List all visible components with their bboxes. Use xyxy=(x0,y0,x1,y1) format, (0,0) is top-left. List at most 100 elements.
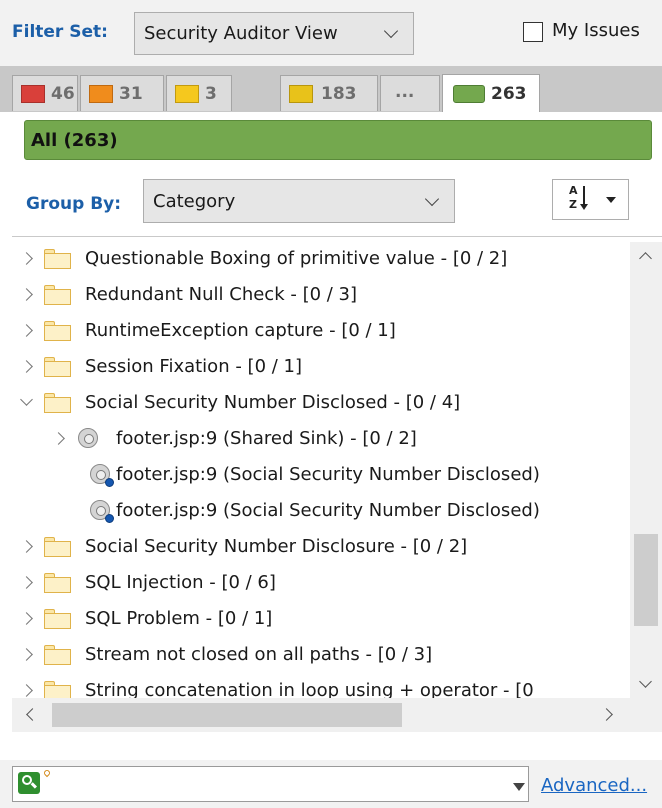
tree-row-label: Redundant Null Check - [0 / 3] xyxy=(85,284,358,305)
tab-low-count: 183 xyxy=(321,84,357,104)
chevron-right-icon[interactable] xyxy=(20,576,33,589)
tree-row-label: Session Fixation - [0 / 1] xyxy=(85,356,303,377)
high-swatch xyxy=(89,85,113,103)
search-input[interactable] xyxy=(12,766,529,802)
chevron-right-icon[interactable] xyxy=(20,540,33,553)
pin-icon xyxy=(42,768,52,778)
filter-set-value: Security Auditor View xyxy=(144,23,338,44)
search-history-dropdown-icon[interactable] xyxy=(513,783,525,791)
tab-medium-count: 3 xyxy=(205,84,217,104)
tab-high-count: 31 xyxy=(119,84,143,104)
critical-swatch xyxy=(21,85,45,103)
issues-panel: All (263) Group By: Category AZ Question… xyxy=(12,112,662,808)
tree-row-label: Social Security Number Disclosed - [0 / … xyxy=(85,392,461,413)
scroll-down-icon[interactable] xyxy=(639,675,652,688)
tree-row-label: Questionable Boxing of primitive value -… xyxy=(85,248,508,269)
all-swatch xyxy=(453,85,485,103)
tab-critical[interactable]: 46 xyxy=(12,75,78,111)
tree-row-label: Social Security Number Disclosure - [0 /… xyxy=(85,536,468,557)
my-issues-checkbox[interactable] xyxy=(523,22,543,42)
chevron-right-icon[interactable] xyxy=(20,324,33,337)
tree-row[interactable]: Redundant Null Check - [0 / 3] xyxy=(12,278,630,314)
group-by-dropdown[interactable]: Category xyxy=(143,179,455,223)
chevron-right-icon[interactable] xyxy=(20,288,33,301)
folder-icon xyxy=(44,393,71,413)
group-by-label: Group By: xyxy=(26,194,122,214)
chevron-right-icon[interactable] xyxy=(20,684,33,697)
sort-arrowhead xyxy=(580,204,588,210)
dropdown-arrow-icon xyxy=(606,197,616,203)
tree-row[interactable]: String concatenation in loop using + ope… xyxy=(12,674,630,698)
scroll-right-icon[interactable] xyxy=(600,708,613,721)
chevron-down-icon xyxy=(424,191,440,207)
filter-set-label: Filter Set: xyxy=(12,22,108,42)
chevron-right-icon[interactable] xyxy=(20,360,33,373)
tab-low[interactable]: 183 xyxy=(280,75,378,111)
tree-row[interactable]: Social Security Number Disclosed - [0 / … xyxy=(12,386,630,422)
issue-icon xyxy=(90,500,114,523)
folder-icon xyxy=(44,609,71,629)
search-bar: Advanced... xyxy=(0,760,662,808)
filter-bar: Filter Set: Security Auditor View My Iss… xyxy=(0,0,662,66)
tree-row[interactable]: Session Fixation - [0 / 1] xyxy=(12,350,630,386)
tree-row-label: SQL Injection - [0 / 6] xyxy=(85,572,276,593)
tab-all[interactable]: 263 xyxy=(442,74,540,112)
chevron-down-icon[interactable] xyxy=(20,393,33,406)
folder-icon xyxy=(44,249,71,269)
scroll-left-icon[interactable] xyxy=(26,708,39,721)
tree-row-label: footer.jsp:9 (Shared Sink) - [0 / 2] xyxy=(116,428,417,449)
tree-row[interactable]: footer.jsp:9 (Shared Sink) - [0 / 2] xyxy=(12,422,630,458)
tab-more-label: ... xyxy=(395,82,415,102)
scroll-up-icon[interactable] xyxy=(639,252,652,265)
all-issues-bar[interactable]: All (263) xyxy=(24,120,652,160)
chevron-right-icon[interactable] xyxy=(20,612,33,625)
tab-critical-count: 46 xyxy=(51,84,75,104)
vertical-scroll-thumb[interactable] xyxy=(634,534,658,626)
advanced-search-link[interactable]: Advanced... xyxy=(541,775,647,796)
my-issues-label[interactable]: My Issues xyxy=(552,20,640,41)
tree-row-label: SQL Problem - [0 / 1] xyxy=(85,608,273,629)
tree-row[interactable]: RuntimeException capture - [0 / 1] xyxy=(12,314,630,350)
tree-row[interactable]: footer.jsp:9 (Social Security Number Dis… xyxy=(12,494,630,530)
tree-row[interactable]: SQL Injection - [0 / 6] xyxy=(12,566,630,602)
folder-icon xyxy=(44,573,71,593)
tree-row-label: Stream not closed on all paths - [0 / 3] xyxy=(85,644,433,665)
chevron-right-icon[interactable] xyxy=(52,432,65,445)
tree-row[interactable]: Social Security Number Disclosure - [0 /… xyxy=(12,530,630,566)
folder-icon xyxy=(44,645,71,665)
tree-row-label: RuntimeException capture - [0 / 1] xyxy=(85,320,396,341)
tab-high[interactable]: 31 xyxy=(80,75,164,111)
vertical-scrollbar[interactable] xyxy=(630,242,662,698)
tree-row[interactable]: SQL Problem - [0 / 1] xyxy=(12,602,630,638)
divider xyxy=(12,236,662,237)
shared-sink-icon xyxy=(78,428,98,448)
tree-row[interactable]: footer.jsp:9 (Social Security Number Dis… xyxy=(12,458,630,494)
all-issues-label: All (263) xyxy=(31,130,118,151)
horizontal-scrollbar[interactable] xyxy=(12,698,662,732)
folder-icon xyxy=(44,321,71,341)
tree-row[interactable]: Questionable Boxing of primitive value -… xyxy=(12,242,630,278)
folder-icon xyxy=(44,357,71,377)
search-icon[interactable] xyxy=(18,772,40,794)
issue-tree: Questionable Boxing of primitive value -… xyxy=(12,242,630,698)
low-swatch xyxy=(289,85,313,103)
medium-swatch xyxy=(175,85,199,103)
tree-row-label: String concatenation in loop using + ope… xyxy=(85,680,534,698)
severity-tab-strip: 46 31 3 183 ... 263 xyxy=(0,66,662,112)
tree-row-label: footer.jsp:9 (Social Security Number Dis… xyxy=(116,464,540,485)
tree-row[interactable]: Stream not closed on all paths - [0 / 3] xyxy=(12,638,630,674)
group-by-value: Category xyxy=(153,191,236,212)
folder-icon xyxy=(44,537,71,557)
chevron-right-icon[interactable] xyxy=(20,252,33,265)
tab-more[interactable]: ... xyxy=(380,75,440,111)
filter-set-dropdown[interactable]: Security Auditor View xyxy=(134,12,414,55)
sort-button[interactable]: AZ xyxy=(552,179,629,220)
tree-row-label: footer.jsp:9 (Social Security Number Dis… xyxy=(116,500,540,521)
chevron-right-icon[interactable] xyxy=(20,648,33,661)
issue-icon xyxy=(90,464,114,487)
folder-icon xyxy=(44,681,71,698)
tab-medium[interactable]: 3 xyxy=(166,75,232,111)
horizontal-scroll-thumb[interactable] xyxy=(52,703,402,727)
chevron-down-icon xyxy=(383,23,399,39)
tab-all-count: 263 xyxy=(491,84,527,104)
